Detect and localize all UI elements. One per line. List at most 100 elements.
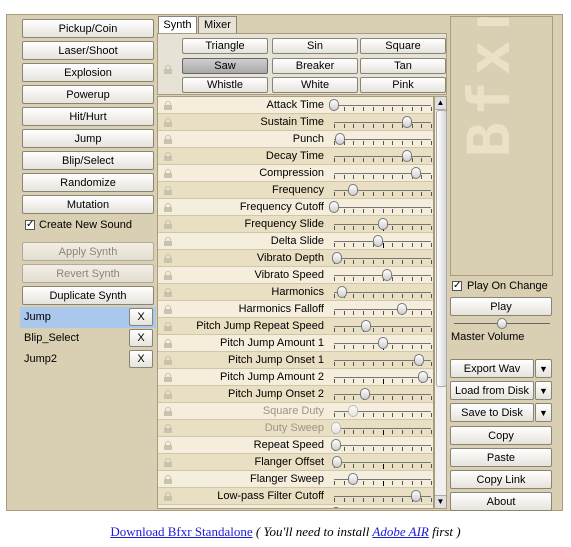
param-slider-thumb[interactable] (329, 99, 339, 111)
laser-shoot-button[interactable]: Laser/Shoot (22, 41, 154, 60)
param-slider-thumb[interactable] (377, 218, 388, 230)
lock-icon[interactable] (164, 65, 172, 74)
about-button[interactable]: About (450, 492, 552, 511)
param-slider[interactable] (331, 335, 433, 351)
param-slider-thumb[interactable] (377, 337, 388, 349)
sound-list-item[interactable]: Jump X (20, 307, 156, 328)
parameter-scrollbar[interactable]: ▲ ▼ (434, 96, 447, 509)
dropdown-arrow-icon[interactable]: ▼ (535, 381, 552, 400)
powerup-button[interactable]: Powerup (22, 85, 154, 104)
param-slider-thumb[interactable] (330, 439, 341, 451)
copy-button[interactable]: Copy (450, 426, 552, 445)
lock-icon[interactable] (164, 101, 172, 110)
param-slider[interactable] (331, 114, 433, 130)
waveform-saw-button[interactable]: Saw (182, 58, 268, 74)
param-slider[interactable] (331, 488, 433, 504)
sound-list-item[interactable]: Jump2 X (20, 349, 156, 370)
waveform-white-button[interactable]: White (272, 77, 358, 93)
lock-icon[interactable] (164, 458, 172, 467)
param-slider[interactable] (329, 199, 433, 215)
export-wav-button[interactable]: Export Wav (450, 359, 534, 378)
param-slider[interactable] (330, 505, 433, 508)
dropdown-arrow-icon[interactable]: ▼ (535, 359, 552, 378)
param-slider-thumb[interactable] (401, 116, 412, 128)
lock-icon[interactable] (164, 373, 172, 382)
param-slider-thumb[interactable] (372, 235, 383, 247)
lock-icon[interactable] (164, 203, 172, 212)
play-on-change-checkbox[interactable]: ✓ (452, 281, 462, 291)
param-slider-thumb[interactable] (330, 507, 341, 508)
remove-sound-button[interactable]: X (129, 350, 153, 368)
save-to-disk-button[interactable]: Save to Disk (450, 403, 534, 422)
param-slider[interactable] (331, 267, 433, 283)
param-slider-thumb[interactable] (414, 354, 425, 366)
lock-icon[interactable] (164, 186, 172, 195)
tab-mixer[interactable]: Mixer (198, 16, 237, 33)
param-slider-thumb[interactable] (411, 167, 422, 179)
hit-hurt-button[interactable]: Hit/Hurt (22, 107, 154, 126)
master-volume-slider[interactable] (452, 318, 552, 330)
param-slider[interactable] (331, 148, 433, 164)
lock-icon[interactable] (164, 407, 172, 416)
param-slider[interactable] (331, 318, 433, 334)
param-slider-thumb[interactable] (396, 303, 407, 315)
param-slider-thumb[interactable] (401, 150, 412, 162)
lock-icon[interactable] (164, 390, 172, 399)
lock-icon[interactable] (164, 492, 172, 501)
lock-icon[interactable] (164, 271, 172, 280)
waveform-whistle-button[interactable]: Whistle (182, 77, 268, 93)
param-slider[interactable] (331, 352, 433, 368)
blip-select-button[interactable]: Blip/Select (22, 151, 154, 170)
lock-icon[interactable] (164, 424, 172, 433)
waveform-square-button[interactable]: Square (360, 38, 446, 54)
param-slider[interactable] (331, 284, 433, 300)
param-slider[interactable] (331, 301, 433, 317)
param-slider-thumb[interactable] (331, 456, 342, 468)
param-slider-thumb[interactable] (418, 371, 429, 383)
param-slider-thumb[interactable] (348, 473, 359, 485)
waveform-pink-button[interactable]: Pink (360, 77, 446, 93)
randomize-button[interactable]: Randomize (22, 173, 154, 192)
remove-sound-button[interactable]: X (129, 308, 153, 326)
scrollbar-thumb[interactable] (436, 110, 447, 387)
param-slider-thumb[interactable] (360, 388, 371, 400)
jump-button[interactable]: Jump (22, 129, 154, 148)
paste-button[interactable]: Paste (450, 448, 552, 467)
waveform-triangle-button[interactable]: Triangle (182, 38, 268, 54)
lock-icon[interactable] (164, 322, 172, 331)
param-slider-thumb[interactable] (334, 133, 345, 145)
lock-icon[interactable] (164, 288, 172, 297)
waveform-tan-button[interactable]: Tan (360, 58, 446, 74)
lock-icon[interactable] (164, 152, 172, 161)
lock-icon[interactable] (164, 475, 172, 484)
param-slider[interactable] (331, 454, 433, 470)
lock-icon[interactable] (164, 169, 172, 178)
param-slider-thumb[interactable] (348, 184, 359, 196)
explosion-button[interactable]: Explosion (22, 63, 154, 82)
master-volume-thumb[interactable] (497, 318, 507, 329)
lock-icon[interactable] (164, 220, 172, 229)
play-button[interactable]: Play (450, 297, 552, 316)
mutation-button[interactable]: Mutation (22, 195, 154, 214)
waveform-breaker-button[interactable]: Breaker (272, 58, 358, 74)
lock-icon[interactable] (164, 305, 172, 314)
param-slider[interactable] (331, 369, 433, 385)
sound-list-item[interactable]: Blip_Select X (20, 328, 156, 349)
load-from-disk-button[interactable]: Load from Disk (450, 381, 534, 400)
param-slider[interactable] (331, 131, 433, 147)
create-new-sound-checkbox[interactable]: ✓ (25, 220, 35, 230)
waveform-sin-button[interactable]: Sin (272, 38, 358, 54)
param-slider[interactable] (330, 437, 433, 453)
dropdown-arrow-icon[interactable]: ▼ (535, 403, 552, 422)
tab-synth[interactable]: Synth (158, 16, 197, 33)
param-slider[interactable] (331, 250, 433, 266)
param-slider-thumb[interactable] (336, 286, 347, 298)
copy-link-button[interactable]: Copy Link (450, 470, 552, 489)
param-slider-thumb[interactable] (331, 252, 342, 264)
scroll-down-arrow-icon[interactable]: ▼ (435, 495, 446, 508)
download-standalone-link[interactable]: Download Bfxr Standalone (110, 524, 252, 539)
scroll-up-arrow-icon[interactable]: ▲ (435, 97, 446, 110)
param-slider[interactable] (329, 97, 433, 113)
param-slider[interactable] (331, 216, 433, 232)
adobe-air-link[interactable]: Adobe AIR (372, 524, 428, 539)
